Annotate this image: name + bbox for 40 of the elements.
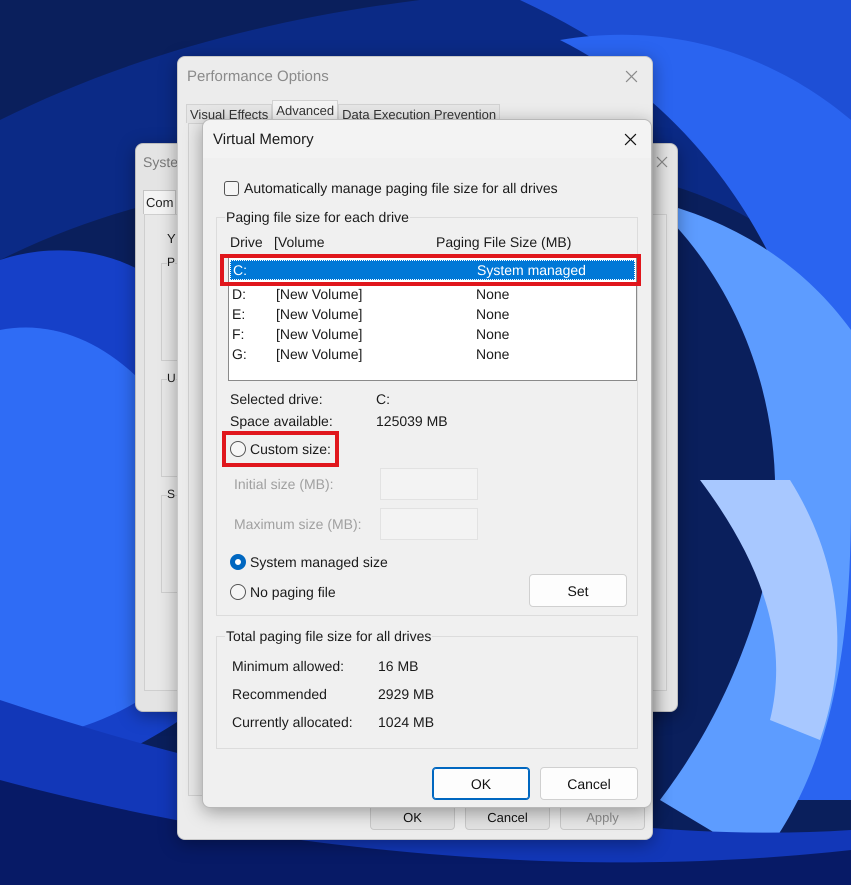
drive-row[interactable]: G: [New Volume] None xyxy=(230,344,635,364)
tab[interactable]: Com xyxy=(143,190,176,214)
info-label: Currently allocated: xyxy=(232,713,354,731)
radio-button[interactable] xyxy=(230,554,246,570)
checkbox-label: Automatically manage paging file size for all drives xyxy=(244,180,558,196)
info-label: Space available: xyxy=(230,412,334,430)
radio-button[interactable] xyxy=(230,584,246,600)
radio-label: System managed size xyxy=(250,554,388,570)
checkbox[interactable] xyxy=(224,180,239,196)
info-value: 2929 MB xyxy=(378,685,436,703)
dialog-button[interactable]: Cancel xyxy=(540,767,638,800)
group-label: U xyxy=(167,371,176,385)
column-header: Paging File Size (MB) xyxy=(436,234,572,250)
radio-button[interactable] xyxy=(230,441,246,457)
radio-label: No paging file xyxy=(250,584,336,600)
drive-row[interactable]: D: [New Volume] None xyxy=(230,284,635,304)
drive-row[interactable]: C: System managed xyxy=(230,260,635,280)
dialog-button[interactable]: OK xyxy=(432,767,530,800)
window-title: Performance Options xyxy=(187,68,329,84)
group-label: P xyxy=(167,255,176,269)
info-value: 16 MB xyxy=(378,657,420,675)
column-header: [Volume xyxy=(274,234,326,250)
window-title: Syste xyxy=(143,154,178,170)
radio-label: Custom size: xyxy=(250,441,331,457)
info-value: C: xyxy=(376,390,391,408)
info-value: 125039 MB xyxy=(376,412,449,430)
drive-row[interactable]: F: [New Volume] None xyxy=(230,324,635,344)
info-label: Selected drive: xyxy=(230,390,324,408)
field-label: Maximum size (MB): xyxy=(234,516,363,532)
field-label: Initial size (MB): xyxy=(234,476,335,492)
drive-row[interactable]: E: [New Volume] None xyxy=(230,304,635,324)
group-label: S xyxy=(167,487,176,501)
description-text: Y xyxy=(167,231,176,246)
info-value: 1024 MB xyxy=(378,713,436,731)
info-label: Recommended xyxy=(232,685,328,703)
info-label: Minimum allowed: xyxy=(232,657,346,675)
set-button[interactable]: Set xyxy=(529,574,627,607)
window-title: Virtual Memory xyxy=(213,130,314,148)
column-header: Drive xyxy=(229,234,264,250)
close-icon[interactable] xyxy=(624,132,637,146)
